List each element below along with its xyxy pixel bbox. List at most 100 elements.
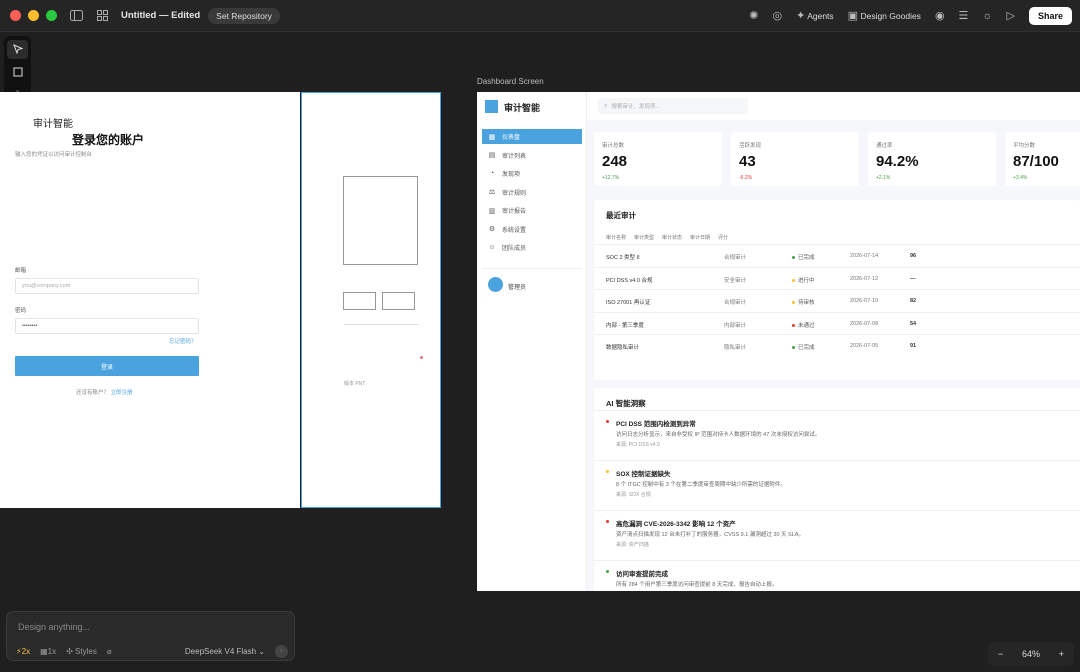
insight-item[interactable]: 高危漏洞 CVE-2026-3342 影响 12 个资产资产清点扫描发现 12 … bbox=[594, 510, 1080, 560]
status-dot bbox=[792, 346, 795, 350]
audit-date: 2026-07-14 bbox=[850, 253, 879, 259]
login-button[interactable]: 登录 bbox=[15, 356, 199, 376]
sliders-icon[interactable]: ☰ bbox=[959, 9, 969, 22]
send-button[interactable]: ↑ bbox=[275, 645, 288, 658]
design-goodies-button[interactable]: ▣ Design Goodies bbox=[848, 9, 921, 22]
title-bar: Untitled — Edited Set Repository ✺ ◎ ✦ A… bbox=[0, 0, 1080, 32]
agents-button[interactable]: ✦ Agents bbox=[796, 9, 834, 22]
avatar[interactable] bbox=[488, 277, 503, 292]
insight-body: 所有 284 个用户第三季度访问审查提前 8 天完成，报告自动上报。 bbox=[616, 582, 778, 588]
sparkle-icon: ✦ bbox=[796, 10, 806, 22]
sidebar-item-6[interactable]: ☺ 团队成员 bbox=[482, 240, 582, 255]
recent-audits-title: 最近审计 bbox=[606, 211, 636, 220]
audit-name: 数据隐私审计 bbox=[606, 345, 640, 351]
placeholder-divider bbox=[344, 324, 418, 325]
sidebar-item-5[interactable]: ⚙ 系统设置 bbox=[482, 222, 582, 237]
status-badge: 已完成 bbox=[792, 343, 815, 351]
table-row[interactable]: PCI DSS v4.0 合规 安全审计 进行中 2026-07-12 — bbox=[594, 266, 1080, 289]
placeholder-dot bbox=[420, 356, 423, 359]
table-row[interactable]: SOC 2 类型 II 合规审计 已完成 2026-07-14 96 bbox=[594, 244, 1080, 266]
forgot-password-link[interactable]: 忘记密码？ bbox=[169, 337, 197, 345]
prompt-input[interactable]: Design anything... bbox=[18, 622, 90, 632]
signup-link[interactable]: 立即注册 bbox=[111, 390, 133, 396]
quality-1x-label: 1x bbox=[47, 647, 57, 656]
zoom-level[interactable]: 64% bbox=[1022, 649, 1040, 659]
stat-card: 平均分数 87/100 +3.4% bbox=[1005, 132, 1080, 186]
status-badge: 待审核 bbox=[792, 298, 815, 306]
dashboard-frame-label[interactable]: Dashboard Screen bbox=[477, 77, 544, 86]
audit-name: 内部 - 第三季度 bbox=[606, 322, 644, 329]
model-selector[interactable]: DeepSeek V4 Flash ⌄ bbox=[185, 647, 265, 656]
audit-type: 合规审计 bbox=[724, 255, 747, 261]
maximize-window-button[interactable] bbox=[46, 10, 57, 21]
share-button[interactable]: Share bbox=[1028, 6, 1072, 25]
gear-icon: ⚙ bbox=[488, 226, 496, 233]
dashboard-brand: 审计智能 bbox=[504, 103, 541, 113]
table-row[interactable]: 数据隐私审计 隐私审计 已完成 2026-07-05 91 bbox=[594, 334, 1080, 356]
sun-icon[interactable]: ✺ bbox=[749, 9, 758, 22]
select-tool-icon[interactable] bbox=[7, 40, 28, 59]
audit-date: 2026-07-05 bbox=[850, 343, 879, 349]
quality-1x-option[interactable]: ▦1x bbox=[40, 647, 56, 656]
brightness-icon[interactable]: ☼ bbox=[982, 10, 992, 22]
status-dot bbox=[792, 323, 795, 327]
sidebar-item-0[interactable]: ▦ 仪表盘 bbox=[482, 129, 582, 144]
insight-title: 高危漏洞 CVE-2026-3342 影响 12 个资产 bbox=[616, 521, 736, 528]
password-field[interactable]: •••••••• bbox=[15, 318, 199, 334]
search-input[interactable]: ⌕ 搜索审计、发现项... bbox=[598, 98, 748, 114]
stat-card: 活跃发现 43 -6.2% bbox=[731, 132, 859, 186]
status-badge: 未通过 bbox=[792, 321, 815, 329]
ai-insights-panel: AI 智能洞察 PCI DSS 范围内检测到异常 访问日志分析显示，来自非受权 I… bbox=[594, 388, 1080, 591]
target-icon[interactable]: ◎ bbox=[772, 9, 782, 22]
styles-button[interactable]: ✣ Styles bbox=[66, 647, 97, 656]
styles-label: Styles bbox=[75, 647, 97, 656]
stat-label: 平均分数 bbox=[1013, 143, 1036, 149]
insight-item[interactable]: SOX 控制证据缺失 8 个 ITGC 控制中有 3 个在第二季度审查周期中缺少所… bbox=[594, 460, 1080, 510]
grid-icon: ▦ bbox=[488, 133, 496, 141]
insight-item[interactable]: PCI DSS 范围内检测到异常 访问日志分析显示，来自非受权 IP 范围对持卡人… bbox=[594, 410, 1080, 460]
zoom-control: − 64% + bbox=[988, 642, 1074, 666]
stat-value: 94.2% bbox=[876, 153, 919, 170]
insight-title: 访问审查提前完成 bbox=[616, 571, 668, 578]
quality-2x-option[interactable]: ⚡2x bbox=[16, 647, 30, 656]
insight-dot bbox=[606, 520, 609, 523]
email-field[interactable]: you@company.com bbox=[15, 278, 199, 294]
sidebar-item-4[interactable]: ▥ 审计报告 bbox=[482, 203, 582, 218]
search-icon: ⌕ bbox=[604, 102, 608, 109]
chart-icon: ▥ bbox=[488, 207, 496, 215]
placeholder-frame[interactable]: 版本 PNT bbox=[301, 92, 441, 508]
table-row[interactable]: ISO 27001 再认证 合规审计 待审核 2026-07-10 82 bbox=[594, 289, 1080, 311]
insight-item[interactable]: 访问审查提前完成所有 284 个用户第三季度访问审查提前 8 天完成，报告自动上… bbox=[594, 560, 1080, 591]
sidebar-item-label: 系统设置 bbox=[502, 227, 527, 234]
sidebar-item-label: 审计规则 bbox=[502, 190, 527, 197]
close-window-button[interactable] bbox=[10, 10, 21, 21]
insight-body: 资产清点扫描发现 12 台未打补丁的服务器，CVSS 9.1 漏洞超过 30 天… bbox=[616, 532, 804, 538]
dashboard-main: 审计总数 248 +12.7% 活跃发现 43 -6.2% 通过率 94.2% +2.1% 平均分… bbox=[587, 120, 1080, 591]
play-icon[interactable]: ▷ bbox=[1007, 9, 1015, 22]
stat-card: 通过率 94.2% +2.1% bbox=[868, 132, 996, 186]
sidebar-divider bbox=[482, 268, 582, 269]
document-title[interactable]: Untitled — Edited bbox=[121, 10, 200, 21]
sidebar-item-2[interactable]: ◔ 发现项 bbox=[482, 166, 582, 181]
arrow-up-icon: ↑ bbox=[279, 648, 284, 655]
login-title: 登录您的账户 bbox=[72, 133, 145, 147]
stat-card: 审计总数 248 +12.7% bbox=[594, 132, 722, 186]
rectangle-tool-icon[interactable] bbox=[7, 63, 28, 82]
zoom-in-button[interactable]: + bbox=[1059, 649, 1064, 659]
insight-dot bbox=[606, 420, 609, 423]
sidebar-item-3[interactable]: ⚖ 审计规则 bbox=[482, 185, 582, 200]
set-repository-button[interactable]: Set Repository bbox=[208, 7, 280, 24]
table-row[interactable]: 内部 - 第三季度 内部审计 未通过 2026-07-08 54 bbox=[594, 311, 1080, 334]
grid-view-icon[interactable] bbox=[95, 9, 109, 23]
dashboard-frame[interactable]: 审计智能 ▦ 仪表盘 ▤ 审计列表 ◔ 发现项 ⚖ 审计规则 ▥ 审计报告 ⚙ 系统设置 ☺ 团队成员 管… bbox=[477, 92, 1080, 591]
sidebar-item-1[interactable]: ▤ 审计列表 bbox=[482, 148, 582, 163]
audit-score: 82 bbox=[910, 298, 917, 304]
signup-prefix: 还没有账户？ bbox=[76, 390, 110, 396]
stat-label: 通过率 bbox=[876, 143, 893, 149]
minimize-window-button[interactable] bbox=[28, 10, 39, 21]
account-icon[interactable]: ◉ bbox=[935, 9, 945, 22]
placeholder-image bbox=[343, 176, 418, 265]
sidebar-toggle-icon[interactable] bbox=[69, 9, 83, 23]
attach-icon[interactable]: ⌀ bbox=[107, 647, 112, 656]
zoom-out-button[interactable]: − bbox=[998, 649, 1003, 659]
